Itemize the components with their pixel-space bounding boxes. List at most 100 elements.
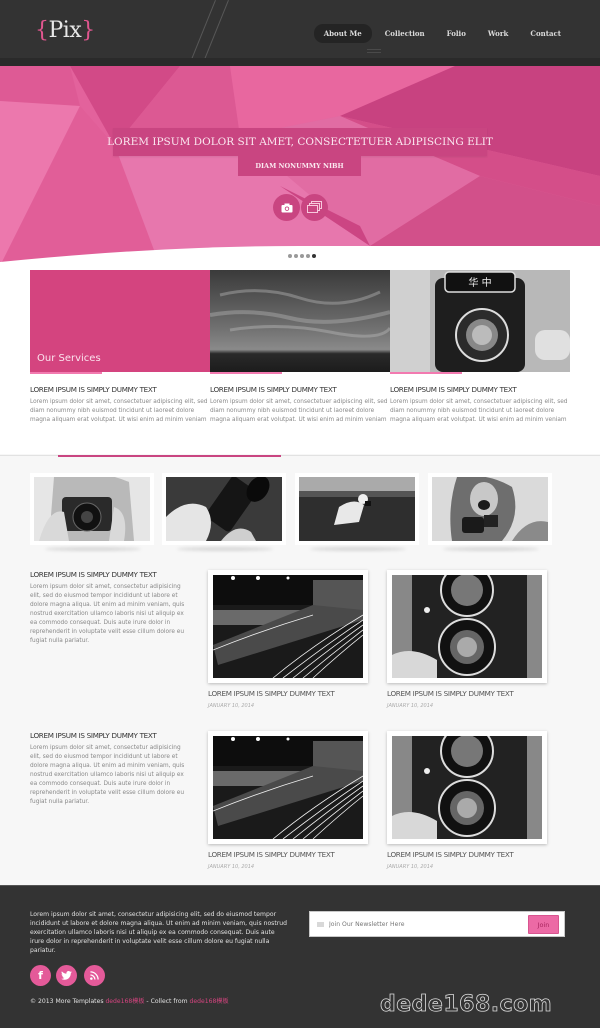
- hero-bottom-curve: [0, 246, 600, 266]
- nav-folio[interactable]: Folio: [438, 24, 475, 43]
- copyright-mid: - Collect from: [144, 998, 190, 1005]
- slider-dot[interactable]: [300, 254, 304, 258]
- site-header: {Pix} About Me Collection Folio Work Con…: [0, 0, 600, 66]
- hero-title: LOREM IPSUM DOLOR SIT AMET, CONSECTETUER…: [107, 128, 493, 156]
- post-caption: LOREM IPSUM IS SIMPLY DUMMY TEXT JANUARY…: [387, 689, 562, 709]
- twitter-button[interactable]: [56, 965, 77, 986]
- twitter-icon: [61, 971, 72, 980]
- gallery-thumb[interactable]: [162, 473, 286, 545]
- slider-dot[interactable]: [288, 254, 292, 258]
- gallery-button[interactable]: [301, 194, 328, 221]
- header-shade: [0, 58, 600, 66]
- copyright: © 2013 More Templates dede168模板 - Collec…: [30, 996, 229, 1005]
- gallery-thumb[interactable]: [295, 473, 419, 545]
- our-services-label: Our Services: [37, 353, 101, 364]
- post-title[interactable]: LOREM IPSUM IS SIMPLY DUMMY TEXT: [30, 731, 190, 740]
- copyright-prefix: © 2013 More Templates: [30, 998, 106, 1005]
- logo-brace-open: {: [35, 18, 49, 43]
- service-title[interactable]: LOREM IPSUM IS SIMPLY DUMMY TEXT: [30, 385, 215, 394]
- gallery-thumb[interactable]: [30, 473, 154, 545]
- newsletter-email-input[interactable]: [329, 917, 519, 932]
- gallery-icon: [307, 201, 322, 213]
- post-card[interactable]: [208, 570, 368, 683]
- sky-photo: [210, 270, 390, 372]
- post-intro: LOREM IPSUM IS SIMPLY DUMMY TEXT Lorem i…: [30, 570, 190, 646]
- join-button[interactable]: Join: [528, 915, 559, 934]
- post-card[interactable]: [208, 731, 368, 844]
- nav-contact[interactable]: Contact: [521, 24, 570, 43]
- logo[interactable]: {Pix}: [35, 18, 95, 43]
- our-services-tile[interactable]: Our Services: [30, 270, 210, 372]
- post-caption-title[interactable]: LOREM IPSUM IS SIMPLY DUMMY TEXT: [387, 850, 562, 859]
- main-nav: About Me Collection Folio Work Contact: [310, 24, 570, 43]
- hero-subtitle: DIAM NONUMMY NIBH: [238, 156, 361, 176]
- watermark: dede168.com: [380, 992, 553, 1018]
- service-image-sky[interactable]: [210, 270, 390, 372]
- post-caption-title[interactable]: LOREM IPSUM IS SIMPLY DUMMY TEXT: [208, 689, 383, 698]
- slider-dot[interactable]: [294, 254, 298, 258]
- post-caption-title[interactable]: LOREM IPSUM IS SIMPLY DUMMY TEXT: [387, 689, 562, 698]
- night-highway-photo: [212, 736, 364, 840]
- camera-photo: 华 中: [390, 270, 570, 372]
- footer-about-text: Lorem ipsum dolor sit amet, consectetur …: [30, 911, 287, 954]
- post-caption: LOREM IPSUM IS SIMPLY DUMMY TEXT JANUARY…: [387, 850, 562, 870]
- post-card[interactable]: [387, 724, 547, 844]
- service-column: LOREM IPSUM IS SIMPLY DUMMY TEXT Lorem i…: [30, 385, 215, 425]
- post-title[interactable]: LOREM IPSUM IS SIMPLY DUMMY TEXT: [30, 570, 190, 579]
- service-underline: [390, 372, 462, 374]
- post-intro: LOREM IPSUM IS SIMPLY DUMMY TEXT Lorem i…: [30, 731, 190, 807]
- twin-lens-camera-photo: [392, 724, 542, 839]
- section-divider-accent: [58, 455, 281, 457]
- photographer-in-field-photo: [299, 477, 415, 541]
- nav-work[interactable]: Work: [479, 24, 518, 43]
- logo-text: Pix: [48, 18, 82, 43]
- facebook-button[interactable]: f: [30, 965, 51, 986]
- night-highway-photo: [212, 575, 364, 679]
- camera-button[interactable]: [273, 194, 300, 221]
- post-caption: LOREM IPSUM IS SIMPLY DUMMY TEXT JANUARY…: [208, 689, 383, 709]
- service-column: LOREM IPSUM IS SIMPLY DUMMY TEXT Lorem i…: [390, 385, 575, 425]
- footer-link[interactable]: dede168模板: [105, 998, 144, 1005]
- rss-button[interactable]: [84, 965, 105, 986]
- service-underline: [210, 372, 282, 374]
- logo-brace-close: }: [81, 18, 95, 43]
- service-image-camera[interactable]: 华 中: [390, 270, 570, 372]
- service-text: Lorem ipsum dolor sit amet, consectetuer…: [30, 399, 208, 423]
- slider-pagination: [288, 254, 318, 258]
- post-date: JANUARY 10, 2014: [208, 703, 255, 709]
- slider-dot[interactable]: [312, 254, 316, 258]
- gallery-thumb[interactable]: [428, 473, 552, 545]
- footer-link[interactable]: dede168模板: [190, 998, 229, 1005]
- service-column: LOREM IPSUM IS SIMPLY DUMMY TEXT Lorem i…: [210, 385, 395, 425]
- service-title[interactable]: LOREM IPSUM IS SIMPLY DUMMY TEXT: [210, 385, 395, 394]
- service-title[interactable]: LOREM IPSUM IS SIMPLY DUMMY TEXT: [390, 385, 575, 394]
- camera-icon: [281, 203, 292, 212]
- post-body: Lorem ipsum dolor sit amet, consectetur …: [30, 584, 185, 644]
- twin-lens-camera-photo: [392, 563, 542, 678]
- svg-text:华 中: 华 中: [468, 276, 491, 289]
- nav-collection[interactable]: Collection: [376, 24, 434, 43]
- post-date: JANUARY 10, 2014: [387, 864, 434, 870]
- service-text: Lorem ipsum dolor sit amet, consectetuer…: [390, 399, 568, 423]
- service-underline: [30, 372, 102, 374]
- thumb-shadow: [177, 547, 273, 551]
- post-caption: LOREM IPSUM IS SIMPLY DUMMY TEXT JANUARY…: [208, 850, 383, 870]
- post-date: JANUARY 10, 2014: [208, 864, 255, 870]
- rss-icon: [90, 971, 99, 980]
- newsletter-form: Join: [309, 911, 565, 937]
- hero-banner: LOREM IPSUM DOLOR SIT AMET, CONSECTETUER…: [0, 66, 600, 266]
- thumb-shadow: [443, 547, 539, 551]
- service-text: Lorem ipsum dolor sit amet, consectetuer…: [210, 399, 388, 423]
- thumb-shadow: [45, 547, 141, 551]
- nav-about-me[interactable]: About Me: [313, 24, 372, 43]
- post-body: Lorem ipsum dolor sit amet, consectetur …: [30, 745, 185, 805]
- post-caption-title[interactable]: LOREM IPSUM IS SIMPLY DUMMY TEXT: [208, 850, 383, 859]
- slider-dot[interactable]: [306, 254, 310, 258]
- facebook-icon: f: [38, 969, 43, 982]
- decorative-line: [185, 0, 216, 66]
- woman-with-camera-photo: [34, 473, 150, 541]
- thumb-shadow: [310, 547, 406, 551]
- hands-with-lens-photo: [166, 476, 282, 541]
- mail-icon: [317, 922, 324, 927]
- post-card[interactable]: [387, 563, 547, 683]
